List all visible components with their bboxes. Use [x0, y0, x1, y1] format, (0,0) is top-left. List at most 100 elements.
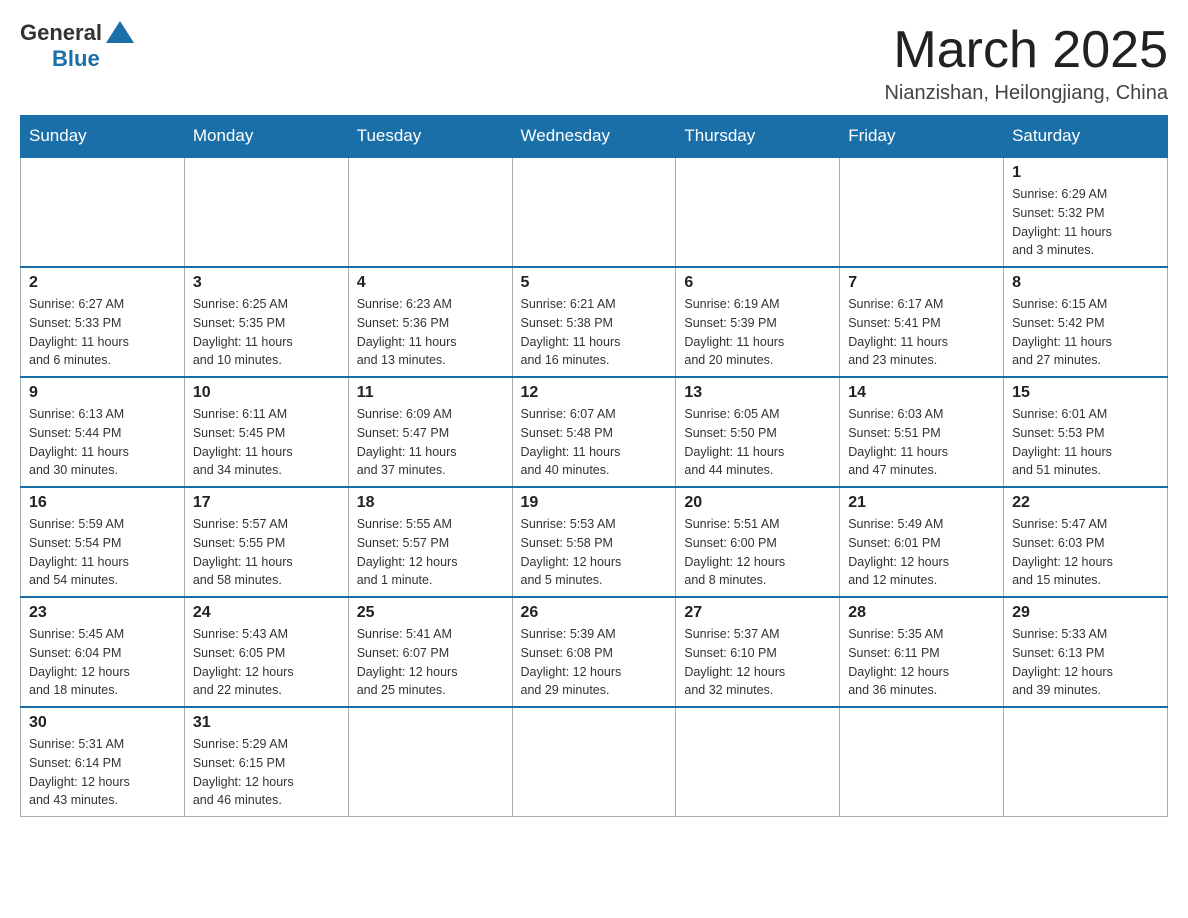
- calendar-cell: 30 Sunrise: 5:31 AM Sunset: 6:14 PM Dayli…: [21, 707, 185, 817]
- day-info: Sunrise: 5:53 AM Sunset: 5:58 PM Dayligh…: [521, 515, 668, 590]
- day-info: Sunrise: 6:09 AM Sunset: 5:47 PM Dayligh…: [357, 405, 504, 480]
- day-number: 3: [193, 274, 340, 292]
- weekday-header-friday: Friday: [840, 116, 1004, 158]
- calendar-cell: 26 Sunrise: 5:39 AM Sunset: 6:08 PM Dayli…: [512, 597, 676, 707]
- day-info: Sunrise: 5:45 AM Sunset: 6:04 PM Dayligh…: [29, 625, 176, 700]
- calendar-header-row: SundayMondayTuesdayWednesdayThursdayFrid…: [21, 116, 1168, 158]
- location-subtitle: Nianzishan, Heilongjiang, China: [884, 82, 1168, 105]
- day-number: 21: [848, 494, 995, 512]
- calendar-cell: 7Sunrise: 6:17 AM Sunset: 5:41 PM Daylig…: [840, 267, 1004, 377]
- calendar-cell: [840, 157, 1004, 267]
- calendar-cell: 28Sunrise: 5:35 AM Sunset: 6:11 PM Dayli…: [840, 597, 1004, 707]
- calendar-cell: 16 Sunrise: 5:59 AM Sunset: 5:54 PM Dayli…: [21, 487, 185, 597]
- calendar-cell: [676, 157, 840, 267]
- calendar-cell: 18 Sunrise: 5:55 AM Sunset: 5:57 PM Dayli…: [348, 487, 512, 597]
- day-info: Sunrise: 6:01 AM Sunset: 5:53 PM Dayligh…: [1012, 405, 1159, 480]
- day-number: 27: [684, 604, 831, 622]
- day-info: Sunrise: 5:29 AM Sunset: 6:15 PM Dayligh…: [193, 735, 340, 810]
- title-block: March 2025 Nianzishan, Heilongjiang, Chi…: [884, 20, 1168, 105]
- day-info: Sunrise: 5:47 AM Sunset: 6:03 PM Dayligh…: [1012, 515, 1159, 590]
- day-info: Sunrise: 5:41 AM Sunset: 6:07 PM Dayligh…: [357, 625, 504, 700]
- calendar-cell: 12Sunrise: 6:07 AM Sunset: 5:48 PM Dayli…: [512, 377, 676, 487]
- weekday-header-sunday: Sunday: [21, 116, 185, 158]
- calendar-week-1: 1Sunrise: 6:29 AM Sunset: 5:32 PM Daylig…: [21, 157, 1168, 267]
- calendar-cell: 13 Sunrise: 6:05 AM Sunset: 5:50 PM Dayli…: [676, 377, 840, 487]
- day-number: 4: [357, 274, 504, 292]
- calendar-week-4: 16 Sunrise: 5:59 AM Sunset: 5:54 PM Dayli…: [21, 487, 1168, 597]
- day-number: 20: [684, 494, 831, 512]
- day-number: 24: [193, 604, 340, 622]
- day-info: Sunrise: 5:59 AM Sunset: 5:54 PM Dayligh…: [29, 515, 176, 590]
- calendar-cell: 22 Sunrise: 5:47 AM Sunset: 6:03 PM Dayli…: [1004, 487, 1168, 597]
- day-number: 15: [1012, 384, 1159, 402]
- calendar-cell: 23 Sunrise: 5:45 AM Sunset: 6:04 PM Dayli…: [21, 597, 185, 707]
- calendar-cell: 9 Sunrise: 6:13 AM Sunset: 5:44 PM Daylig…: [21, 377, 185, 487]
- calendar-cell: [21, 157, 185, 267]
- calendar-cell: 8Sunrise: 6:15 AM Sunset: 5:42 PM Daylig…: [1004, 267, 1168, 377]
- day-info: Sunrise: 6:03 AM Sunset: 5:51 PM Dayligh…: [848, 405, 995, 480]
- calendar-week-5: 23 Sunrise: 5:45 AM Sunset: 6:04 PM Dayli…: [21, 597, 1168, 707]
- day-number: 23: [29, 604, 176, 622]
- day-number: 17: [193, 494, 340, 512]
- day-info: Sunrise: 5:43 AM Sunset: 6:05 PM Dayligh…: [193, 625, 340, 700]
- day-info: Sunrise: 6:13 AM Sunset: 5:44 PM Dayligh…: [29, 405, 176, 480]
- calendar-cell: 11 Sunrise: 6:09 AM Sunset: 5:47 PM Dayli…: [348, 377, 512, 487]
- calendar-cell: 3Sunrise: 6:25 AM Sunset: 5:35 PM Daylig…: [184, 267, 348, 377]
- calendar-week-2: 2 Sunrise: 6:27 AM Sunset: 5:33 PM Daylig…: [21, 267, 1168, 377]
- calendar-cell: [184, 157, 348, 267]
- day-number: 18: [357, 494, 504, 512]
- day-number: 11: [357, 384, 504, 402]
- calendar-week-3: 9 Sunrise: 6:13 AM Sunset: 5:44 PM Daylig…: [21, 377, 1168, 487]
- day-info: Sunrise: 5:31 AM Sunset: 6:14 PM Dayligh…: [29, 735, 176, 810]
- day-number: 25: [357, 604, 504, 622]
- calendar-cell: [348, 707, 512, 817]
- calendar-cell: 4 Sunrise: 6:23 AM Sunset: 5:36 PM Daylig…: [348, 267, 512, 377]
- calendar-cell: 27 Sunrise: 5:37 AM Sunset: 6:10 PM Dayli…: [676, 597, 840, 707]
- day-info: Sunrise: 6:17 AM Sunset: 5:41 PM Dayligh…: [848, 295, 995, 370]
- day-number: 2: [29, 274, 176, 292]
- calendar-cell: 21 Sunrise: 5:49 AM Sunset: 6:01 PM Dayli…: [840, 487, 1004, 597]
- weekday-header-monday: Monday: [184, 116, 348, 158]
- day-info: Sunrise: 6:27 AM Sunset: 5:33 PM Dayligh…: [29, 295, 176, 370]
- calendar-cell: 24 Sunrise: 5:43 AM Sunset: 6:05 PM Dayli…: [184, 597, 348, 707]
- weekday-header-saturday: Saturday: [1004, 116, 1168, 158]
- day-number: 19: [521, 494, 668, 512]
- day-number: 30: [29, 714, 176, 732]
- day-info: Sunrise: 5:49 AM Sunset: 6:01 PM Dayligh…: [848, 515, 995, 590]
- calendar-cell: 19 Sunrise: 5:53 AM Sunset: 5:58 PM Dayli…: [512, 487, 676, 597]
- calendar-cell: 6 Sunrise: 6:19 AM Sunset: 5:39 PM Daylig…: [676, 267, 840, 377]
- day-info: Sunrise: 6:23 AM Sunset: 5:36 PM Dayligh…: [357, 295, 504, 370]
- day-info: Sunrise: 6:21 AM Sunset: 5:38 PM Dayligh…: [521, 295, 668, 370]
- calendar-cell: [1004, 707, 1168, 817]
- calendar-cell: [676, 707, 840, 817]
- day-number: 12: [521, 384, 668, 402]
- day-info: Sunrise: 6:19 AM Sunset: 5:39 PM Dayligh…: [684, 295, 831, 370]
- day-number: 9: [29, 384, 176, 402]
- calendar-cell: 1Sunrise: 6:29 AM Sunset: 5:32 PM Daylig…: [1004, 157, 1168, 267]
- day-number: 13: [684, 384, 831, 402]
- day-number: 5: [521, 274, 668, 292]
- logo-triangle-icon: [106, 21, 134, 43]
- day-info: Sunrise: 5:33 AM Sunset: 6:13 PM Dayligh…: [1012, 625, 1159, 700]
- calendar-cell: 10Sunrise: 6:11 AM Sunset: 5:45 PM Dayli…: [184, 377, 348, 487]
- calendar-cell: 25 Sunrise: 5:41 AM Sunset: 6:07 PM Dayli…: [348, 597, 512, 707]
- calendar-cell: 20Sunrise: 5:51 AM Sunset: 6:00 PM Dayli…: [676, 487, 840, 597]
- day-info: Sunrise: 5:39 AM Sunset: 6:08 PM Dayligh…: [521, 625, 668, 700]
- calendar-table: SundayMondayTuesdayWednesdayThursdayFrid…: [20, 115, 1168, 817]
- day-number: 16: [29, 494, 176, 512]
- day-number: 1: [1012, 164, 1159, 182]
- logo-blue-text: Blue: [52, 46, 100, 72]
- day-info: Sunrise: 5:55 AM Sunset: 5:57 PM Dayligh…: [357, 515, 504, 590]
- day-number: 26: [521, 604, 668, 622]
- weekday-header-tuesday: Tuesday: [348, 116, 512, 158]
- page-header: General Blue March 2025 Nianzishan, Heil…: [20, 20, 1168, 105]
- day-number: 8: [1012, 274, 1159, 292]
- day-info: Sunrise: 5:37 AM Sunset: 6:10 PM Dayligh…: [684, 625, 831, 700]
- calendar-cell: 17Sunrise: 5:57 AM Sunset: 5:55 PM Dayli…: [184, 487, 348, 597]
- logo: General Blue: [20, 20, 134, 72]
- month-year-title: March 2025: [884, 20, 1168, 80]
- day-number: 22: [1012, 494, 1159, 512]
- day-info: Sunrise: 6:05 AM Sunset: 5:50 PM Dayligh…: [684, 405, 831, 480]
- calendar-cell: 29Sunrise: 5:33 AM Sunset: 6:13 PM Dayli…: [1004, 597, 1168, 707]
- day-number: 6: [684, 274, 831, 292]
